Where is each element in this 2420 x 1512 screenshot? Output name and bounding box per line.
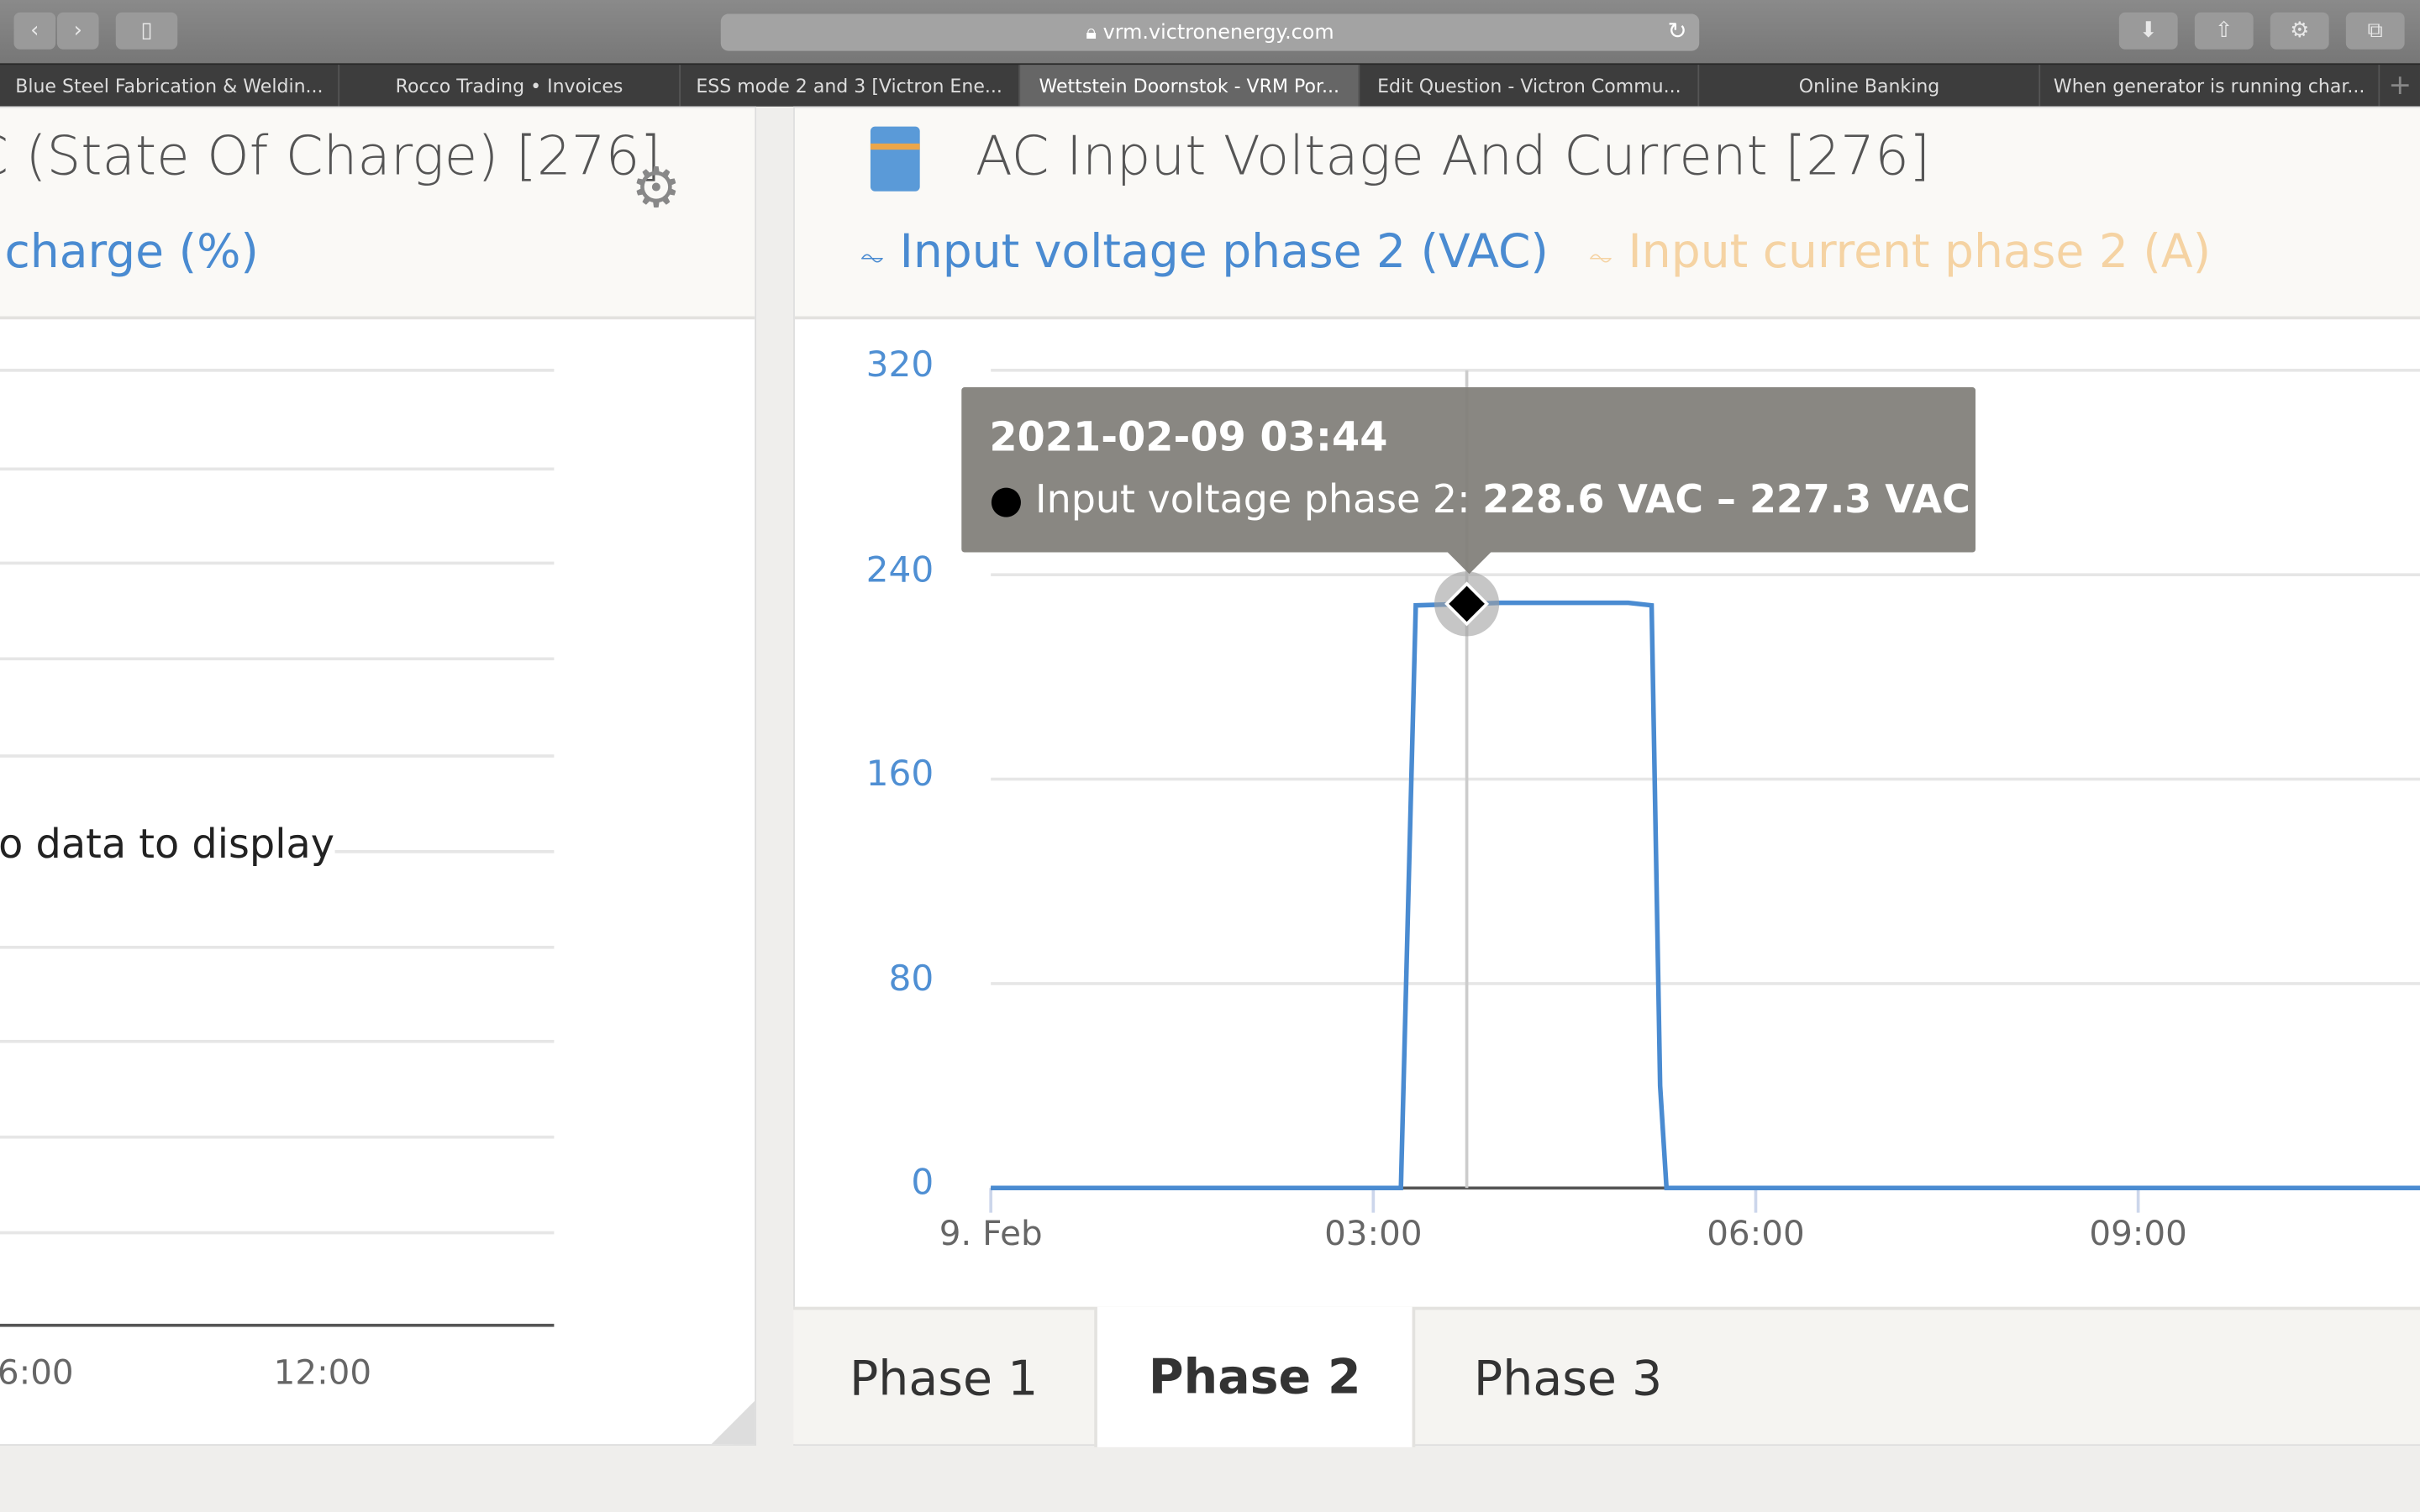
tooltip-series: Input voltage phase 2: — [1035, 476, 1483, 522]
series-dot-icon: ● — [989, 476, 1023, 522]
y-tick-label: 320 — [865, 345, 934, 386]
tab-phase-2[interactable]: Phase 2 — [1097, 1306, 1413, 1447]
y-tick-label: 80 — [888, 958, 934, 1000]
y-tick-label: 160 — [865, 754, 934, 795]
screen: ‹ › ▯ 🔒︎ vrm.victronenergy.com ↻ ⬇ ⇧ ⚙ ⧉ … — [0, 0, 2420, 1512]
tooltip-time: 2021-02-09 03:44 — [989, 415, 1388, 462]
phase-tabs: Phase 1 Phase 2 Phase 3 — [793, 1306, 2420, 1447]
y-tick-label: 240 — [865, 549, 934, 591]
tooltip-row: ● Input voltage phase 2: 228.6 VAC – 227… — [989, 477, 1970, 522]
chart-tooltip: 2021-02-09 03:44 ● Input voltage phase 2… — [961, 387, 1976, 575]
series-line-voltage — [991, 600, 2420, 1191]
x-tick-label: 09:00 — [2089, 1215, 2187, 1255]
x-tick-label: 06:00 — [1707, 1215, 1805, 1255]
voltage-chart[interactable] — [0, 0, 2420, 1512]
tab-phase-3[interactable]: Phase 3 — [1412, 1310, 1721, 1447]
x-tick-label: 03:00 — [1324, 1215, 1423, 1255]
x-tick-label: 9. Feb — [939, 1215, 1043, 1255]
tooltip-value: 228.6 VAC – 227.3 VAC — [1482, 476, 1970, 522]
tab-phase-1[interactable]: Phase 1 — [793, 1310, 1097, 1447]
y-tick-label: 0 — [911, 1163, 934, 1204]
